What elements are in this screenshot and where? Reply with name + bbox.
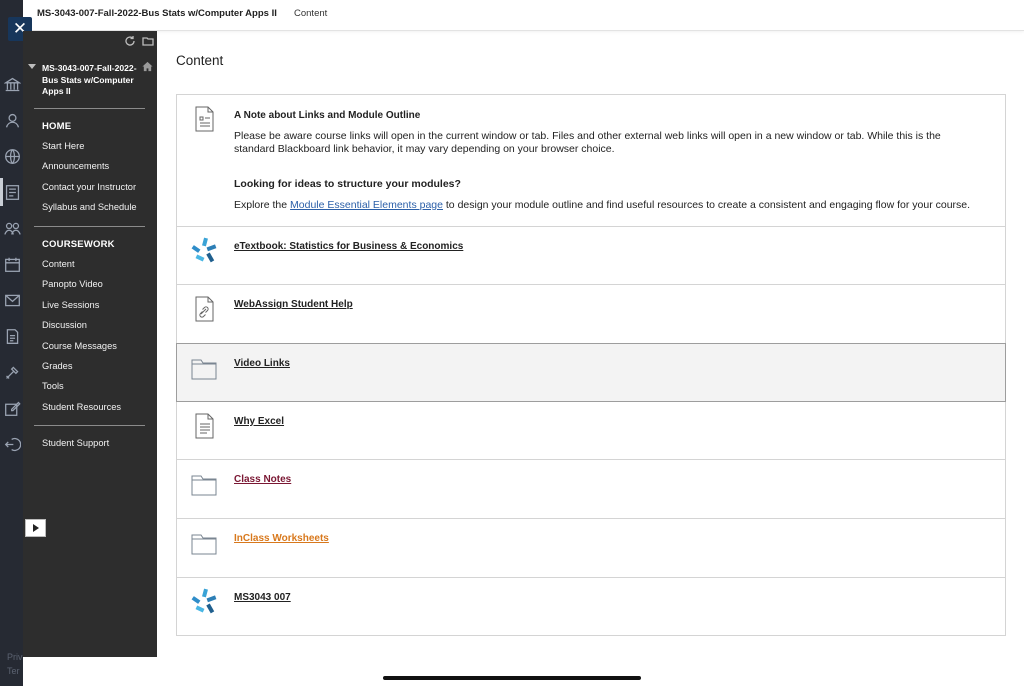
why-excel-link[interactable]: Why Excel [234, 416, 284, 427]
item-description-2: Explore the Module Essential Elements pa… [234, 199, 984, 212]
folder-view-icon[interactable] [142, 35, 154, 47]
webassign-help-link[interactable]: WebAssign Student Help [234, 299, 353, 310]
menu-item-syllabus[interactable]: Syllabus and Schedule [42, 202, 137, 212]
menu-item-start-here[interactable]: Start Here [42, 141, 84, 151]
tools-icon[interactable] [4, 364, 21, 381]
content-item-webassign: WebAssign Student Help [177, 285, 1005, 344]
page-title: Content [176, 53, 224, 68]
content-item-why-excel: Why Excel [177, 401, 1005, 461]
terms-link[interactable]: Ter [7, 666, 20, 676]
institution-icon[interactable] [4, 76, 21, 93]
profile-icon[interactable] [4, 112, 21, 129]
menu-divider [34, 108, 145, 109]
course-name[interactable]: MS-3043-007-Fall-2022-Bus Stats w/Comput… [37, 8, 277, 19]
menu-divider [34, 425, 145, 426]
content-item-video-links: Video Links [176, 342, 1006, 402]
grades-icon[interactable] [4, 328, 21, 345]
menu-item-content[interactable]: Content [42, 259, 75, 269]
tool-pinwheel-icon [190, 237, 218, 265]
text-before-link: Explore the [234, 199, 288, 211]
expand-menu-button[interactable] [25, 519, 46, 537]
class-notes-link[interactable]: Class Notes [234, 474, 291, 485]
weblink-icon [190, 295, 218, 323]
menu-item-panopto-video[interactable]: Panopto Video [42, 279, 103, 289]
content-list: A Note about Links and Module Outline Pl… [176, 94, 1006, 637]
privacy-link[interactable]: Priv [7, 652, 23, 662]
menu-item-tools[interactable]: Tools [42, 381, 64, 391]
menu-item-course-messages[interactable]: Course Messages [42, 341, 117, 351]
etextbook-link[interactable]: eTextbook: Statistics for Business & Eco… [234, 241, 463, 252]
item-description: Please be aware course links will open i… [234, 130, 941, 155]
global-nav-rail: Priv Ter [0, 0, 23, 686]
menu-heading-home: HOME [42, 121, 72, 132]
menu-item-grades[interactable]: Grades [42, 361, 73, 371]
menu-item-announcements[interactable]: Announcements [42, 161, 109, 171]
menu-item-contact-instructor[interactable]: Contact your Instructor [42, 182, 136, 192]
menu-item-student-support[interactable]: Student Support [42, 438, 109, 448]
breadcrumb-current: Content [294, 8, 328, 19]
content-item-note: A Note about Links and Module Outline Pl… [177, 95, 1005, 227]
edit-icon[interactable] [4, 400, 21, 417]
menu-item-discussion[interactable]: Discussion [42, 320, 87, 330]
home-indicator [383, 676, 641, 680]
messages-icon[interactable] [4, 292, 21, 309]
courses-icon[interactable] [4, 184, 21, 201]
menu-course-title[interactable]: MS-3043-007-Fall-2022-Bus Stats w/Comput… [42, 63, 142, 98]
calendar-icon[interactable] [4, 256, 21, 273]
organizations-icon[interactable] [4, 220, 21, 237]
course-menu: MS-3043-007-Fall-2022-Bus Stats w/Comput… [23, 31, 157, 657]
tool-pinwheel-icon [190, 588, 218, 616]
collapse-caret-icon[interactable] [28, 64, 36, 69]
menu-heading-coursework: COURSEWORK [42, 239, 115, 250]
menu-item-student-resources[interactable]: Student Resources [42, 402, 121, 412]
folder-icon [190, 529, 218, 557]
menu-divider [34, 226, 145, 227]
menu-item-live-sessions[interactable]: Live Sessions [42, 300, 99, 310]
globe-icon[interactable] [4, 148, 21, 165]
content-item-class-notes: Class Notes [177, 460, 1005, 519]
content-item-etextbook: eTextbook: Statistics for Business & Eco… [177, 226, 1005, 286]
folder-icon [190, 354, 218, 382]
item-subheading: Looking for ideas to structure your modu… [234, 178, 461, 190]
item-title: A Note about Links and Module Outline [234, 110, 421, 121]
content-item-ms3043: MS3043 007 [177, 577, 1005, 637]
active-indicator [0, 178, 3, 206]
inclass-worksheets-link[interactable]: InClass Worksheets [234, 533, 329, 544]
document-icon [190, 105, 218, 133]
content-item-inclass-worksheets: InClass Worksheets [177, 518, 1005, 578]
text-after-link: to design your module outline and find u… [445, 199, 971, 211]
home-icon[interactable] [142, 61, 153, 72]
file-icon [190, 412, 218, 440]
course-header: MS-3043-007-Fall-2022-Bus Stats w/Comput… [23, 0, 1024, 31]
ms3043-link[interactable]: MS3043 007 [234, 592, 291, 603]
refresh-icon[interactable] [124, 35, 136, 47]
video-links-link[interactable]: Video Links [234, 358, 290, 369]
module-essential-elements-link[interactable]: Module Essential Elements page [290, 199, 443, 211]
sign-out-icon[interactable] [4, 436, 21, 453]
folder-icon [190, 470, 218, 498]
